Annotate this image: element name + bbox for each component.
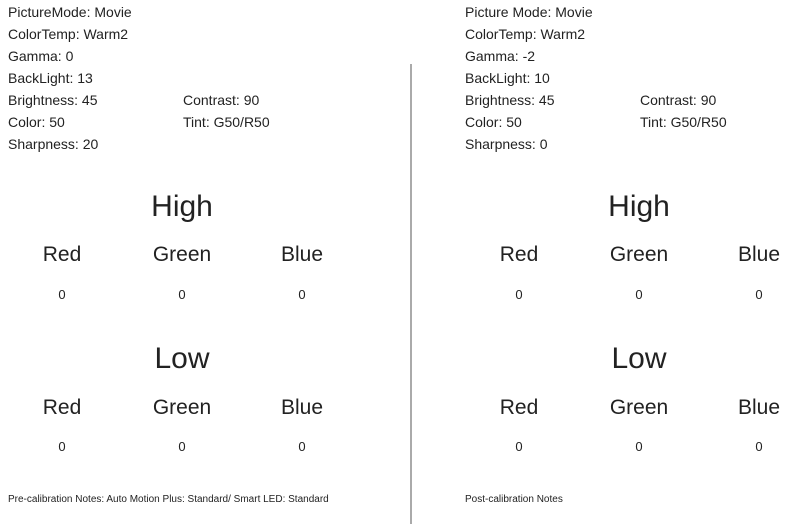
setting-tint: Tint: G50/R50 bbox=[640, 114, 727, 130]
post-calibration-panel: Picture Mode: Movie ColorTemp: Warm2 Gamma… bbox=[457, 0, 792, 524]
setting-gamma: Gamma: -2 bbox=[465, 48, 536, 64]
setting-color: Color: 50 bbox=[465, 114, 522, 130]
setting-backlight: BackLight: 13 bbox=[8, 70, 93, 86]
calibration-notes: Post-calibration Notes bbox=[465, 494, 563, 505]
setting-contrast: Contrast: 90 bbox=[183, 92, 260, 108]
setting-tint: Tint: G50/R50 bbox=[183, 114, 270, 130]
high-channel-label: Green bbox=[152, 243, 212, 266]
calibration-notes: Pre-calibration Notes: Auto Motion Plus:… bbox=[8, 494, 329, 505]
high-channel-value: 0 bbox=[178, 287, 186, 302]
low-channel-value: 0 bbox=[635, 439, 643, 454]
high-channel-label: Green bbox=[609, 243, 669, 266]
high-channel-value: 0 bbox=[635, 287, 643, 302]
setting-color: Color: 50 bbox=[8, 114, 65, 130]
setting-picture-mode: PictureMode: Movie bbox=[8, 4, 132, 20]
high-heading: High bbox=[608, 190, 670, 223]
low-heading: Low bbox=[154, 342, 210, 375]
column-divider bbox=[410, 64, 412, 524]
setting-brightness: Brightness: 45 bbox=[465, 92, 555, 108]
setting-contrast: Contrast: 90 bbox=[640, 92, 717, 108]
low-channel-label: Green bbox=[152, 396, 212, 419]
low-channel-value: 0 bbox=[755, 439, 763, 454]
high-channel-value: 0 bbox=[755, 287, 763, 302]
setting-picture-mode: Picture Mode: Movie bbox=[465, 4, 593, 20]
high-channel-label: Red bbox=[499, 243, 539, 266]
setting-gamma: Gamma: 0 bbox=[8, 48, 74, 64]
high-heading: High bbox=[151, 190, 213, 223]
low-channel-value: 0 bbox=[58, 439, 66, 454]
high-channel-value: 0 bbox=[298, 287, 306, 302]
setting-color-temp: ColorTemp: Warm2 bbox=[8, 26, 129, 42]
low-channel-label: Green bbox=[609, 396, 669, 419]
high-channel-label: Blue bbox=[737, 243, 781, 266]
low-channel-label: Red bbox=[499, 396, 539, 419]
high-channel-value: 0 bbox=[58, 287, 66, 302]
pre-calibration-panel: PictureMode: Movie ColorTemp: Warm2 Gamma:… bbox=[0, 0, 380, 524]
low-channel-value: 0 bbox=[515, 439, 523, 454]
low-channel-value: 0 bbox=[178, 439, 186, 454]
setting-backlight: BackLight: 10 bbox=[465, 70, 550, 86]
low-channel-label: Blue bbox=[280, 396, 324, 419]
high-channel-value: 0 bbox=[515, 287, 523, 302]
setting-brightness: Brightness: 45 bbox=[8, 92, 98, 108]
high-channel-label: Blue bbox=[280, 243, 324, 266]
low-channel-label: Red bbox=[42, 396, 82, 419]
low-channel-label: Blue bbox=[737, 396, 781, 419]
low-channel-value: 0 bbox=[298, 439, 306, 454]
high-channel-label: Red bbox=[42, 243, 82, 266]
setting-sharpness: Sharpness: 20 bbox=[8, 136, 99, 152]
setting-sharpness: Sharpness: 0 bbox=[465, 136, 548, 152]
low-heading: Low bbox=[611, 342, 667, 375]
setting-color-temp: ColorTemp: Warm2 bbox=[465, 26, 586, 42]
